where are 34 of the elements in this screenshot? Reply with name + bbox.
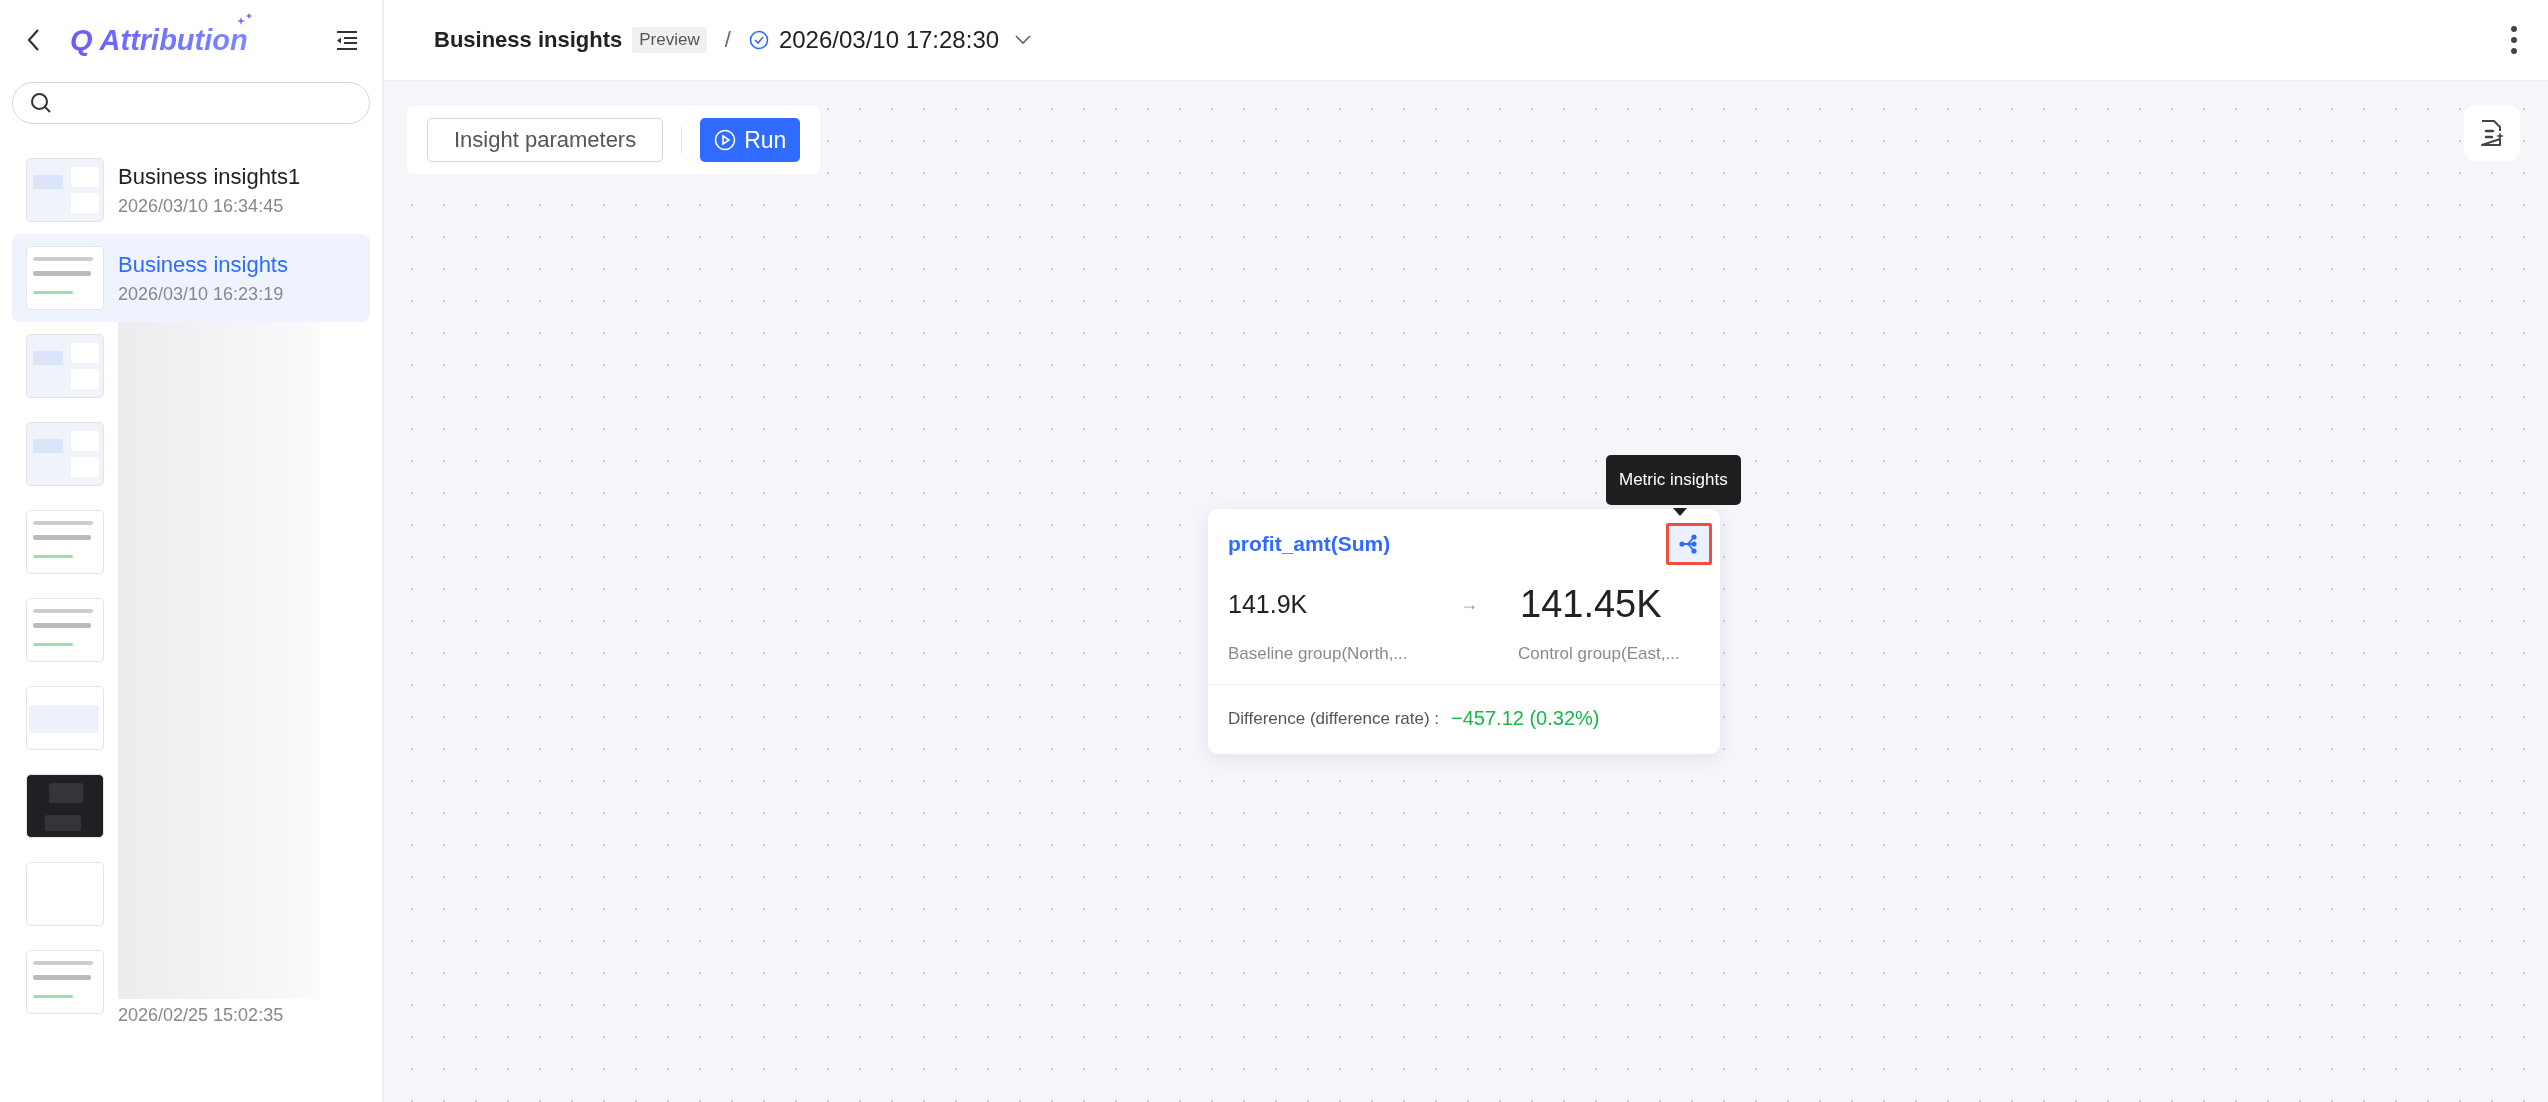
control-label: Control group(East,...	[1518, 644, 1681, 664]
insight-parameters-button[interactable]: Insight parameters	[427, 118, 664, 162]
version-timestamp[interactable]: 2026/03/10 17:28:30	[778, 26, 1000, 54]
history-item[interactable]: 2026/02/25 15:02:35	[12, 938, 370, 1026]
difference-label: Difference (difference rate) :	[1228, 708, 1440, 729]
metric-title[interactable]: profit_amt(Sum)	[1228, 532, 1391, 556]
preview-badge: Preview	[632, 27, 707, 53]
item-date: 2026/03/10 16:23:19	[118, 283, 285, 305]
tooltip: Metric insights	[1606, 455, 1741, 505]
history-item[interactable]: Business insights1 2026/03/10 16:34:45	[12, 146, 370, 234]
history-item[interactable]: Business insights 2026/03/10 16:23:19	[12, 234, 370, 322]
play-icon	[714, 129, 737, 151]
item-date: 2026/02/25 15:02:35	[118, 1005, 285, 1026]
run-button[interactable]: Run	[700, 118, 801, 162]
search-icon	[29, 91, 53, 115]
metric-insights-button[interactable]	[1666, 523, 1712, 565]
difference-value: −457.12 (0.32%)	[1451, 707, 1600, 730]
document-sparkle-button[interactable]	[2464, 105, 2520, 161]
collapse-menu-icon[interactable]	[336, 29, 358, 51]
caret-icon[interactable]	[1015, 35, 1032, 45]
page-title: Business insights	[434, 27, 623, 53]
item-title: Business insights	[118, 251, 289, 278]
item-date: 2026/03/10 16:34:45	[118, 195, 285, 217]
check-circle-icon	[748, 30, 769, 50]
arrow-glyph: →	[1460, 594, 1479, 615]
more-icon[interactable]	[2510, 25, 2518, 55]
control-value: 141.45K	[1520, 583, 1663, 626]
tooltip-pointer	[1673, 508, 1687, 516]
baseline-label: Baseline group(North,...	[1228, 644, 1409, 664]
document-sparkle-icon	[2479, 119, 2505, 147]
back-icon[interactable]	[26, 27, 42, 53]
baseline-value: 141.9K	[1228, 590, 1309, 619]
item-title: Business insights1	[118, 163, 302, 190]
breadcrumb-separator: /	[724, 27, 731, 53]
